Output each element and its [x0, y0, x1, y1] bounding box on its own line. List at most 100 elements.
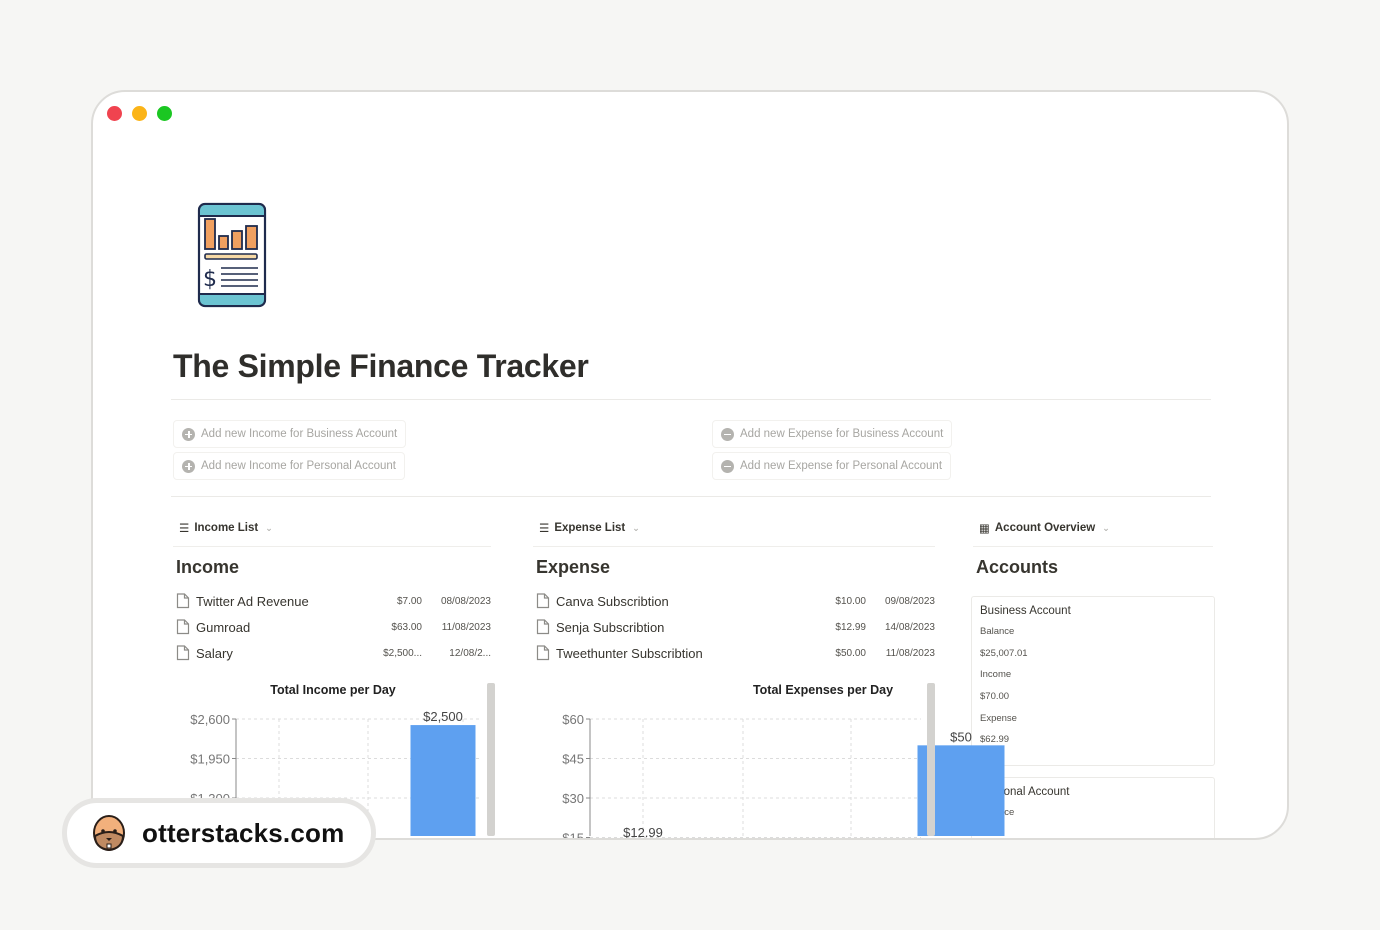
- data-label: $2,500: [423, 709, 463, 724]
- item-amount: $2,500...: [383, 647, 422, 659]
- item-amount: $10.00: [835, 595, 866, 607]
- minimize-window-button[interactable]: [132, 106, 147, 121]
- gallery-grid-icon: ▦: [979, 523, 990, 535]
- y-tick-label: $60: [562, 712, 584, 727]
- income-heading: Income: [176, 557, 240, 577]
- divider: [171, 496, 1211, 497]
- add-expense-business-button[interactable]: Add new Expense for Business Account: [712, 420, 953, 448]
- item-date: 09/08/2023: [884, 595, 935, 607]
- page-icon: [536, 619, 550, 635]
- divider: [171, 399, 1211, 400]
- expense-label: Expense: [980, 712, 1017, 724]
- accounts-heading: Accounts: [976, 557, 1059, 577]
- list-icon: ☰: [539, 523, 550, 535]
- account-title: Business Account: [980, 605, 1071, 617]
- list-icon: ☰: [179, 523, 190, 535]
- button-label: Add new Income for Business Account: [201, 428, 398, 440]
- y-tick-label: $1,950: [190, 752, 230, 767]
- divider: [173, 546, 491, 547]
- add-expense-personal-button[interactable]: Add new Expense for Personal Account: [712, 452, 952, 480]
- balance-value: $25,007.01: [980, 647, 1028, 659]
- button-label: Add new Expense for Business Account: [740, 428, 944, 440]
- page-title: The Simple Finance Tracker: [173, 348, 589, 384]
- item-amount: $63.00: [391, 621, 422, 633]
- view-label: Account Overview: [994, 522, 1096, 534]
- list-item[interactable]: Tweethunter Subscribtion $50.00 11/08/2023: [533, 640, 935, 666]
- balance-label: Balance: [980, 806, 1206, 828]
- item-date: 08/08/2023: [440, 595, 491, 607]
- item-name: Canva Subscribtion: [556, 593, 669, 609]
- item-name: Tweethunter Subscribtion: [556, 645, 703, 661]
- item-amount: $7.00: [396, 595, 422, 607]
- expense-section: ☰ Expense List ⌄ Expense Canva Subscribt…: [533, 516, 935, 666]
- income-list-view-tab[interactable]: ☰ Income List ⌄: [173, 516, 491, 540]
- list-item[interactable]: Salary $2,500... 12/08/2...: [173, 640, 491, 666]
- chevron-down-icon: ⌄: [1102, 522, 1110, 533]
- expense-chart: Total Expenses per Day $60 $45 $30 $15 $12.99…: [533, 676, 1005, 838]
- watermark-badge[interactable]: otterstacks.com: [62, 798, 376, 868]
- item-name: Gumroad: [196, 619, 251, 635]
- item-name: Twitter Ad Revenue: [196, 593, 309, 609]
- expense-list-view-tab[interactable]: ☰ Expense List ⌄: [533, 516, 935, 540]
- page-icon: [176, 619, 190, 635]
- chart-scrollbar[interactable]: [487, 683, 495, 836]
- account-overview-view-tab[interactable]: ▦ Account Overview ⌄: [973, 516, 1213, 540]
- divider: [533, 546, 935, 547]
- account-title: Personal Account: [980, 786, 1070, 798]
- accounts-section: ▦ Account Overview ⌄ Accounts: [973, 516, 1213, 578]
- income-value: $70.00: [980, 691, 1010, 703]
- watermark-text: otterstacks.com: [142, 817, 345, 848]
- button-label: Add new Income for Personal Account: [201, 460, 396, 472]
- item-name: Senja Subscribtion: [556, 619, 665, 635]
- expense-chart-svg: Total Expenses per Day $60 $45 $30 $15 $12.99…: [562, 683, 1005, 838]
- view-label: Income List: [194, 522, 259, 534]
- expense-list: Canva Subscribtion $10.00 09/08/2023 Senja …: [533, 588, 935, 666]
- list-item[interactable]: Senja Subscribtion $12.99 14/08/2023: [533, 614, 935, 640]
- income-section: ☰ Income List ⌄ Income Twitter Ad Revenu…: [173, 516, 491, 666]
- personal-account-card[interactable]: Personal Account Balance: [971, 777, 1215, 838]
- chart-title: Total Income per Day: [270, 683, 396, 697]
- item-amount: $50.00: [835, 647, 866, 659]
- expense-heading: Expense: [536, 557, 611, 577]
- finance-report-icon[interactable]: $: [197, 202, 267, 308]
- data-label: $12.99: [623, 825, 663, 840]
- minus-circle-icon: [721, 427, 734, 441]
- item-date: 11/08/2023: [441, 621, 491, 633]
- svg-text:$: $: [203, 267, 217, 292]
- button-label: Add new Expense for Personal Account: [740, 460, 943, 472]
- item-amount: $12.99: [835, 621, 866, 633]
- chevron-down-icon: ⌄: [632, 522, 640, 533]
- plus-circle-icon: [182, 427, 195, 441]
- chart-scrollbar[interactable]: [927, 683, 935, 836]
- business-account-card[interactable]: Business Account Balance $25,007.01 Inco…: [971, 596, 1215, 766]
- item-name: Salary: [196, 645, 233, 661]
- otter-face-icon: [93, 815, 125, 852]
- item-date: 12/08/2...: [449, 647, 491, 659]
- maximize-window-button[interactable]: [157, 106, 172, 121]
- list-item[interactable]: Gumroad $63.00 11/08/2023: [173, 614, 491, 640]
- income-label: Income: [980, 669, 1012, 681]
- add-income-business-button[interactable]: Add new Income for Business Account: [173, 420, 407, 448]
- item-date: 11/08/2023: [885, 647, 935, 659]
- page-icon: [176, 593, 190, 609]
- minus-circle-icon: [721, 459, 734, 473]
- expense-value: $62.99: [980, 734, 1010, 746]
- y-tick-label: $2,600: [190, 712, 230, 727]
- list-item[interactable]: Canva Subscribtion $10.00 09/08/2023: [533, 588, 935, 614]
- y-tick-label: $15: [562, 831, 584, 841]
- chevron-down-icon: ⌄: [265, 522, 273, 533]
- item-date: 14/08/2023: [884, 621, 935, 633]
- y-tick-label: $30: [562, 791, 584, 806]
- bar: [410, 725, 476, 836]
- data-label: $50: [950, 729, 972, 744]
- divider: [973, 546, 1213, 547]
- view-label: Expense List: [554, 522, 626, 534]
- close-window-button[interactable]: [107, 106, 122, 121]
- plus-circle-icon: [182, 459, 195, 473]
- page-icon: [536, 593, 550, 609]
- window-controls: [107, 106, 172, 121]
- add-income-personal-button[interactable]: Add new Income for Personal Account: [173, 452, 405, 480]
- list-item[interactable]: Twitter Ad Revenue $7.00 08/08/2023: [173, 588, 491, 614]
- y-tick-label: $45: [562, 752, 584, 767]
- app-window: $ The Simple Finance Tracker Add new Inc…: [91, 90, 1289, 840]
